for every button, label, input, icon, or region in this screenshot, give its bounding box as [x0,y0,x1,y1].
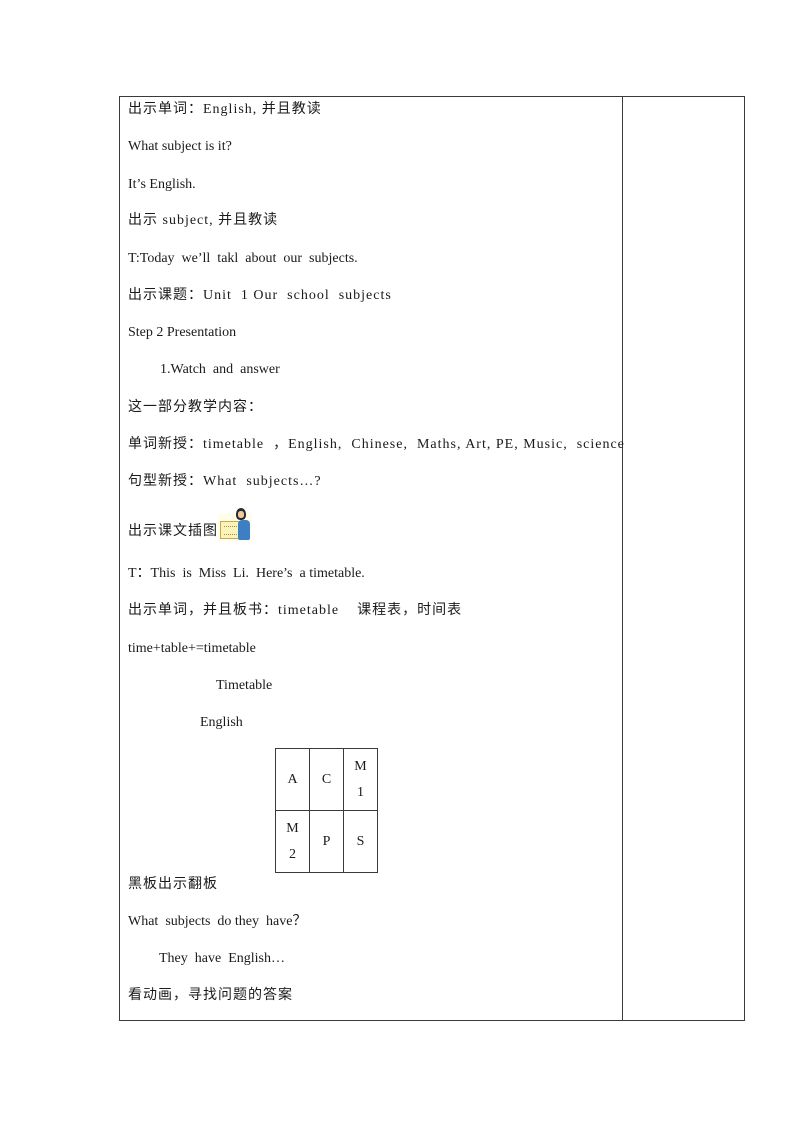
text-line: time+table+=timetable [128,641,256,656]
text-line: 单词新授：timetable ，English, Chinese, Maths,… [128,437,625,452]
text-line: Timetable [216,678,273,693]
text-line: T:Today we’ll takl about our subjects. [128,251,358,266]
grid-cell: M2 [275,810,310,873]
text-line: 黑板出示翻板 [128,877,218,892]
text-line: 出示课文插图 [128,524,218,539]
grid-cell: M1 [343,748,378,811]
grid-row: A C M1 [275,748,378,811]
text-line: 出示课题：Unit 1 Our school subjects [128,288,392,303]
text-line: What subjects do they have？ [128,914,307,929]
illustration-line: 出示课文插图 [128,507,252,541]
grid-cell: A [275,748,310,811]
text-line: English [200,715,243,730]
text-line: Step 2 Presentation [128,325,237,340]
grid-cell: S [343,810,378,873]
flip-board-grid: A C M1 M2 P S [275,748,378,873]
grid-row: M2 P S [275,810,378,873]
grid-cell: P [309,810,344,873]
text-line: T：This is Miss Li. Here’s a timetable. [128,566,365,581]
column-divider [622,97,623,1020]
text-line: It’s English. [128,177,196,192]
text-line: They have English… [159,951,285,966]
lesson-plan-table: 出示单词：English, 并且教读 What subject is it? I… [119,96,745,1021]
text-line: 1.Watch and answer [160,362,280,377]
teacher-with-timetable-icon [218,507,252,541]
text-line: What subject is it? [128,139,232,154]
text-line: 看动画，寻找问题的答案 [128,988,293,1003]
text-line: 出示单词：English, 并且教读 [128,102,322,117]
text-line: 出示 subject, 并且教读 [128,213,279,228]
grid-cell: C [309,748,344,811]
text-line: 句型新授：What subjects…? [128,474,322,489]
text-line: 这一部分教学内容： [128,400,263,415]
text-line: 出示单词，并且板书：timetable 课程表，时间表 [128,603,463,618]
